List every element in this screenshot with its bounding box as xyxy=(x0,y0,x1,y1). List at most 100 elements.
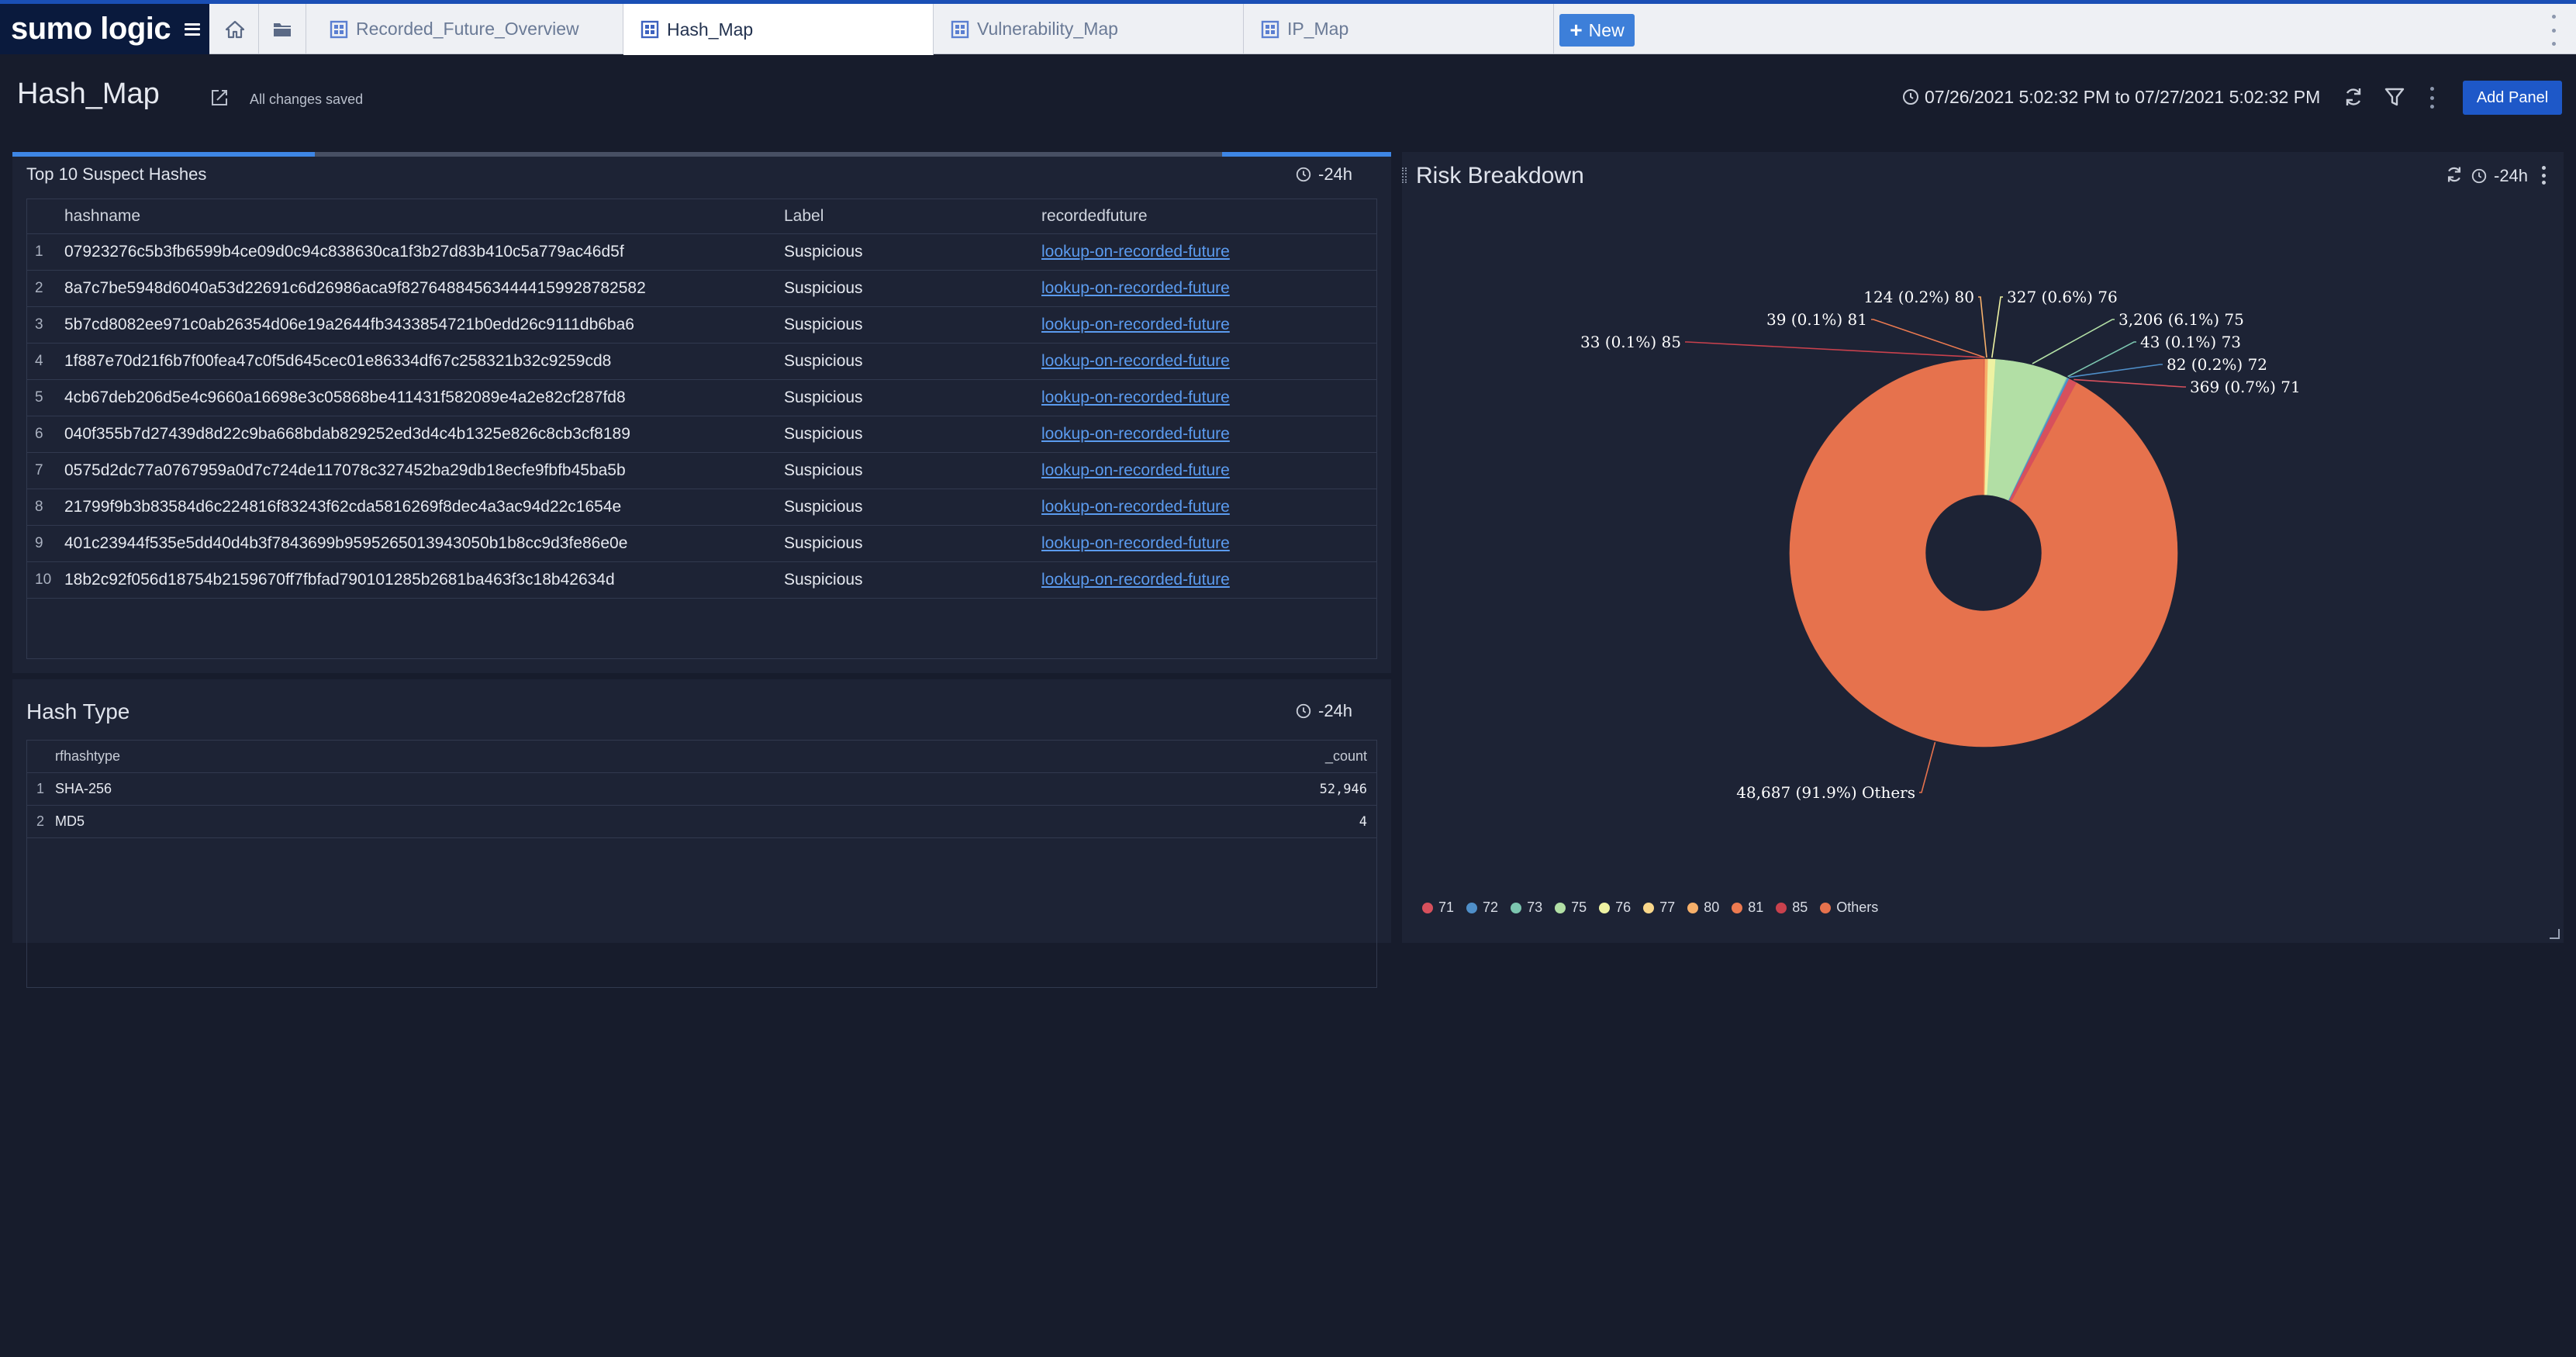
legend-dot xyxy=(1599,902,1611,913)
legend-item-75[interactable]: 75 xyxy=(1555,899,1587,916)
legend-label: 75 xyxy=(1571,899,1587,915)
new-tab-button[interactable]: + New xyxy=(1559,14,1635,47)
table-row[interactable]: 6 040f355b7d27439d8d22c9ba668bdab829252ed… xyxy=(27,416,1376,453)
legend-label: 80 xyxy=(1704,899,1720,915)
panel-title: Top 10 Suspect Hashes xyxy=(26,164,207,184)
loading-bar-segment xyxy=(12,152,315,157)
legend-item-80[interactable]: 80 xyxy=(1687,899,1719,916)
hashname-cell: 040f355b7d27439d8d22c9ba668bdab829252ed3… xyxy=(64,425,630,443)
pie-slice-others[interactable] xyxy=(1789,358,2178,748)
panel-hash-type: Hash Type -24h rfhashtype _count 1 SHA-2… xyxy=(12,679,1391,988)
recorded-future-link[interactable]: lookup-on-recorded-future xyxy=(1041,461,1230,480)
time-range-label: -24h xyxy=(1318,164,1353,184)
slice-label-80: 124 (0.2%) 80 xyxy=(1863,288,1974,306)
legend-dot xyxy=(1732,902,1743,913)
column-header-label[interactable]: Label xyxy=(784,207,824,226)
row-number: 7 xyxy=(35,462,43,478)
table-row[interactable]: 8 21799f9b3b83584d6c224816f83243f62cda581… xyxy=(27,489,1376,526)
slice-label-others: 48,687 (91.9%) Others xyxy=(1736,783,1915,802)
plus-icon: + xyxy=(1569,18,1583,42)
recorded-future-link[interactable]: lookup-on-recorded-future xyxy=(1041,425,1230,444)
tab-hash-map[interactable]: Hash_Map xyxy=(623,4,934,55)
time-range-picker[interactable]: 07/26/2021 5:02:32 PM to 07/27/2021 5:02… xyxy=(1925,87,2320,108)
label-cell: Suspicious xyxy=(784,534,863,552)
table-header-row: rfhashtype _count xyxy=(27,741,1376,773)
column-header-rfhashtype[interactable]: rfhashtype xyxy=(55,748,120,765)
table-row[interactable]: 5 4cb67deb206d5e4c9660a16698e3c05868be411… xyxy=(27,380,1376,416)
hashname-cell: 4cb67deb206d5e4c9660a16698e3c05868be4114… xyxy=(64,388,626,406)
table-row[interactable]: 10 18b2c92f056d18754b2159670ff7fbfad79010… xyxy=(27,562,1376,599)
table-row[interactable]: 3 5b7cd8082ee971c0ab26354d06e19a2644fb343… xyxy=(27,307,1376,344)
tab-vulnerability-map[interactable]: Vulnerability_Map xyxy=(934,4,1244,54)
slice-label-75: 3,206 (6.1%) 75 xyxy=(2118,310,2244,329)
recorded-future-link[interactable]: lookup-on-recorded-future xyxy=(1041,316,1230,334)
legend-item-72[interactable]: 72 xyxy=(1466,899,1498,916)
legend-dot xyxy=(1511,902,1522,913)
logo-text: sumo logic xyxy=(11,12,171,46)
hashname-cell: 07923276c5b3fb6599b4ce09d0c94c838630ca1f… xyxy=(64,243,624,261)
hashname-cell: 1f887e70d21f6b7f00fea47c0f5d645cec01e863… xyxy=(64,352,612,370)
label-cell: Suspicious xyxy=(784,498,863,516)
more-options-icon[interactable] xyxy=(2551,15,2556,46)
dashboard-menu-icon[interactable] xyxy=(2430,87,2435,109)
table-row[interactable]: 9 401c23944f535e5dd40d4b3f7843699b9595265… xyxy=(27,526,1376,562)
recorded-future-link[interactable]: lookup-on-recorded-future xyxy=(1041,571,1230,589)
legend-item-71[interactable]: 71 xyxy=(1422,899,1454,916)
legend-label: 72 xyxy=(1483,899,1499,915)
refresh-icon[interactable] xyxy=(2342,85,2365,109)
legend-item-others[interactable]: Others xyxy=(1820,899,1878,916)
legend-dot xyxy=(1643,902,1655,913)
recorded-future-link[interactable]: lookup-on-recorded-future xyxy=(1041,534,1230,553)
column-header-hashname[interactable]: hashname xyxy=(64,207,140,226)
label-cell: Suspicious xyxy=(784,388,863,406)
clock-icon xyxy=(1903,89,1918,105)
library-button[interactable] xyxy=(259,4,306,54)
row-number: 10 xyxy=(35,571,52,588)
label-cell: Suspicious xyxy=(784,461,863,479)
row-number: 1 xyxy=(36,781,45,796)
home-button[interactable] xyxy=(212,4,259,54)
table-header-row: hashname Label recordedfuture xyxy=(27,199,1376,234)
recorded-future-link[interactable]: lookup-on-recorded-future xyxy=(1041,243,1230,261)
table-row[interactable]: 2 8a7c7be5948d6040a53d22691c6d26986aca9f8… xyxy=(27,271,1376,307)
table-row[interactable]: 1 07923276c5b3fb6599b4ce09d0c94c838630ca1… xyxy=(27,234,1376,271)
slice-label-76: 327 (0.6%) 76 xyxy=(2007,288,2118,306)
folder-icon xyxy=(274,22,291,36)
label-connector-80 xyxy=(1978,296,1987,358)
recorded-future-link[interactable]: lookup-on-recorded-future xyxy=(1041,388,1230,407)
panel-time-range[interactable]: -24h xyxy=(1295,701,1352,721)
tab-recorded-future-overview[interactable]: Recorded_Future_Overview xyxy=(313,4,623,54)
table-row[interactable]: 4 1f887e70d21f6b7f00fea47c0f5d645cec01e86… xyxy=(27,344,1376,380)
legend-item-77[interactable]: 77 xyxy=(1643,899,1675,916)
filter-icon[interactable] xyxy=(2384,85,2405,109)
table-row[interactable]: 7 0575d2dc77a0767959a0d7c724de117078c3274… xyxy=(27,453,1376,489)
legend-item-85[interactable]: 85 xyxy=(1776,899,1808,916)
dashboard-icon xyxy=(1261,20,1279,38)
column-header-count[interactable]: _count xyxy=(1325,748,1367,765)
add-panel-button[interactable]: Add Panel xyxy=(2463,81,2562,115)
row-number: 3 xyxy=(35,316,43,333)
legend-item-81[interactable]: 81 xyxy=(1732,899,1763,916)
table-row[interactable]: 2 MD5 4 xyxy=(27,806,1376,838)
recorded-future-link[interactable]: lookup-on-recorded-future xyxy=(1041,352,1230,371)
panel-title: Hash Type xyxy=(26,699,130,723)
slice-label-72: 82 (0.2%) 72 xyxy=(2167,355,2267,374)
panel-time-range[interactable]: -24h xyxy=(1295,164,1352,185)
legend-dot xyxy=(1820,902,1832,913)
recorded-future-link[interactable]: lookup-on-recorded-future xyxy=(1041,498,1230,516)
hashname-cell: 21799f9b3b83584d6c224816f83243f62cda5816… xyxy=(64,498,622,516)
edit-icon[interactable] xyxy=(209,88,230,108)
hashname-cell: 5b7cd8082ee971c0ab26354d06e19a2644fb3433… xyxy=(64,316,634,333)
tab-label: IP_Map xyxy=(1287,19,1349,39)
legend-dot xyxy=(1555,902,1566,913)
home-icon xyxy=(225,20,245,38)
loading-bar-segment xyxy=(1222,152,1391,157)
legend-item-76[interactable]: 76 xyxy=(1599,899,1631,916)
hamburger-menu-icon[interactable] xyxy=(185,22,201,36)
column-header-recordedfuture[interactable]: recordedfuture xyxy=(1041,207,1148,226)
tab-ip-map[interactable]: IP_Map xyxy=(1244,4,1554,54)
table-row[interactable]: 1 SHA-256 52,946 xyxy=(27,773,1376,806)
legend-item-73[interactable]: 73 xyxy=(1511,899,1542,916)
label-connector-73 xyxy=(2067,341,2136,378)
recorded-future-link[interactable]: lookup-on-recorded-future xyxy=(1041,279,1230,298)
